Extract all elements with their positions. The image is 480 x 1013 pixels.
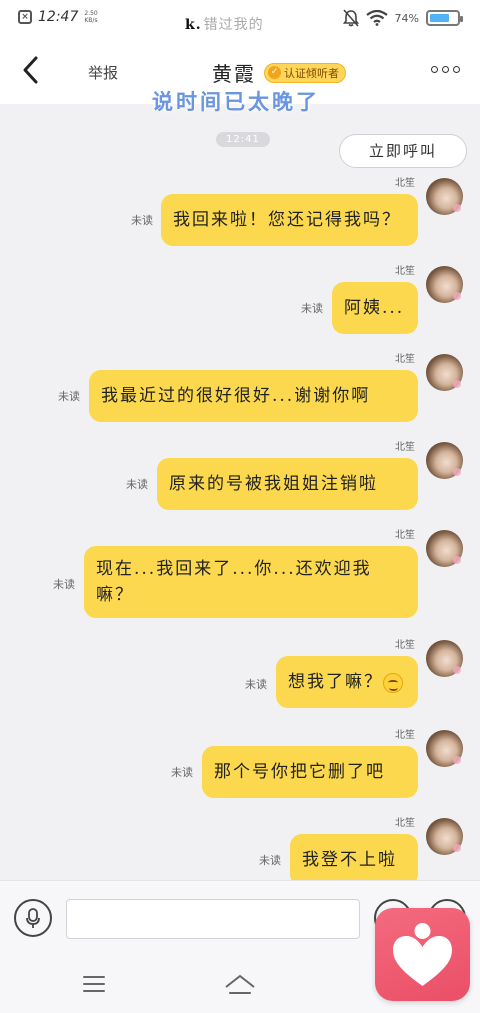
back-arrow-icon [23,56,38,84]
smile-emoji-icon [383,672,403,693]
message-bubble[interactable]: 阿姨... [332,282,418,334]
avatar[interactable] [426,266,463,303]
message-bubble[interactable]: 我登不上啦 [290,834,418,880]
message-bubble[interactable]: 现在...我回来了...你...还欢迎我嘛？ [84,546,418,618]
message-row: 北笙 原来的号被我姐姐注销啦 未读 [0,438,480,518]
unread-status: 未读 [259,854,281,867]
unread-status: 未读 [58,390,80,403]
close-notification-icon: × [18,10,32,24]
avatar[interactable] [426,730,463,767]
sender-name: 北笙 [395,640,415,651]
avatar[interactable] [426,354,463,391]
message-input[interactable] [66,899,360,939]
verified-badge-label: 认证倾听者 [284,66,339,80]
more-dot-icon [431,66,438,73]
message-row: 北笙 想我了嘛？ 未读 [0,636,480,716]
wifi-icon [365,10,388,26]
sender-name: 北笙 [395,530,415,541]
message-timestamp: 12:41 [216,132,270,147]
avatar[interactable] [426,530,463,567]
sender-name: 北笙 [395,266,415,277]
heart-person-icon [393,923,452,986]
home-icon[interactable] [224,973,256,997]
title-wrap: 黄霞 ✓ 认证倾听者 [212,58,346,87]
unread-status: 未读 [126,478,148,491]
unread-status: 未读 [301,302,323,315]
avatar[interactable] [426,818,463,855]
avatar[interactable] [426,178,463,215]
overlay-caption: 说时间已太晚了 [152,89,320,114]
message-row: 北笙 我登不上啦 未读 [0,814,480,880]
status-ticker-light: 错过我的 [203,17,264,33]
avatar[interactable] [426,442,463,479]
sender-name: 北笙 [395,354,415,365]
menu-icon[interactable] [83,976,105,994]
call-now-button[interactable]: 立即呼叫 [339,134,467,168]
verified-icon: ✓ [268,66,281,79]
avatar[interactable] [426,640,463,677]
message-text: 想我了嘛？ [288,672,383,692]
back-button[interactable] [18,54,46,86]
unread-status: 未读 [171,766,193,779]
message-bubble[interactable]: 我最近过的很好很好...谢谢你啊 [89,370,418,422]
voice-input-button[interactable] [14,899,52,937]
status-ticker-dark: k. [185,17,202,33]
message-bubble[interactable]: 原来的号被我姐姐注销啦 [157,458,418,510]
network-speed: 2.50 KB/s [84,10,98,24]
message-bubble[interactable]: 那个号你把它删了吧 [202,746,418,798]
more-dot-icon [453,66,460,73]
message-row: 北笙 我回来啦！您还记得我吗？ 未读 [0,174,480,254]
message-bubble[interactable]: 我回来啦！您还记得我吗？ [161,194,418,246]
unread-status: 未读 [53,578,75,591]
message-row: 北笙 现在...我回来了...你...还欢迎我嘛？ 未读 [0,526,480,626]
message-row: 北笙 我最近过的很好很好...谢谢你啊 未读 [0,350,480,430]
chat-area[interactable]: 12:41 立即呼叫 北笙 我回来啦！您还记得我吗？ 未读 北笙 阿姨... 未… [0,104,480,880]
status-bar: × 12:47 2.50 KB/s k. 错过我的 74% [0,0,480,38]
sender-name: 北笙 [395,818,415,829]
unread-status: 未读 [245,678,267,691]
battery-percent: 74% [394,11,419,25]
status-ticker: k. 错过我的 [185,14,264,34]
more-options-button[interactable] [431,66,460,73]
unread-status: 未读 [131,214,153,227]
more-dot-icon [442,66,449,73]
sender-name: 北笙 [395,178,415,189]
message-bubble[interactable]: 想我了嘛？ [276,656,418,708]
sender-name: 北笙 [395,442,415,453]
sender-name: 北笙 [395,730,415,741]
app-logo [375,908,470,1001]
verified-listener-badge: ✓ 认证倾听者 [264,62,346,83]
message-row: 北笙 那个号你把它删了吧 未读 [0,726,480,806]
mute-bell-icon [342,9,359,27]
microphone-icon [26,908,40,928]
battery-level [430,14,449,22]
contact-name[interactable]: 黄霞 [212,58,256,87]
message-row: 北笙 阿姨... 未读 [0,262,480,342]
report-button[interactable]: 举报 [88,62,118,83]
status-time: 12:47 [38,9,79,25]
battery-icon [426,10,463,26]
